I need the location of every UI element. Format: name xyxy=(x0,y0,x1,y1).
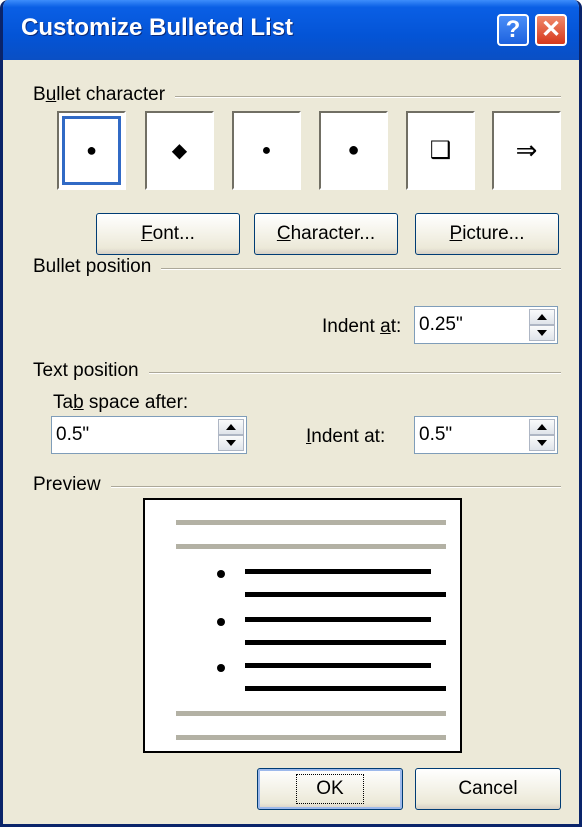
text-indent-value[interactable]: 0.5" xyxy=(419,424,452,446)
preview-bullet-icon xyxy=(217,618,225,626)
window-title: Customize Bulleted List xyxy=(21,14,294,41)
text-indent-label: Indent at: xyxy=(306,426,386,447)
tab-space-down-button[interactable] xyxy=(218,435,244,451)
bullet-option-2[interactable]: ◆ xyxy=(145,111,214,190)
preview-bullet-icon xyxy=(217,664,225,672)
preview-line xyxy=(176,520,446,525)
bullet-indent-spinner[interactable]: 0.25" xyxy=(414,306,558,344)
tab-space-after-value[interactable]: 0.5" xyxy=(56,424,89,446)
arrow-down-icon xyxy=(537,440,547,446)
bullet-arrow-icon: ⇒ xyxy=(515,135,538,165)
arrow-up-icon xyxy=(537,314,547,320)
bullet-character-label: Bullet character xyxy=(33,84,176,106)
bullet-dot-large-icon: ● xyxy=(347,139,360,161)
customize-bulleted-list-dialog: Customize Bulleted List ? ✕ Bullet chara… xyxy=(0,0,582,827)
tab-space-after-label: Tab space after: xyxy=(53,392,189,413)
tab-space-up-button[interactable] xyxy=(218,419,244,435)
preview-line xyxy=(245,686,446,691)
character-button[interactable]: Character... xyxy=(254,213,398,255)
preview-line xyxy=(245,640,446,645)
preview-line xyxy=(245,569,431,574)
picture-button[interactable]: Picture... xyxy=(415,213,559,255)
bullet-dot-icon: ● xyxy=(261,141,272,159)
help-button[interactable]: ? xyxy=(497,14,529,46)
text-position-label: Text position xyxy=(33,360,149,382)
preview-line xyxy=(245,592,446,597)
cancel-button[interactable]: Cancel xyxy=(415,768,561,810)
bullet-option-6[interactable]: ⇒ xyxy=(492,111,561,190)
bullet-indent-up-button[interactable] xyxy=(529,309,555,325)
close-button[interactable]: ✕ xyxy=(535,14,567,46)
help-icon: ? xyxy=(505,16,521,43)
preview-separator xyxy=(33,486,561,488)
close-icon: ✕ xyxy=(540,16,562,43)
preview-line xyxy=(176,544,446,549)
text-indent-spinner[interactable]: 0.5" xyxy=(414,416,558,454)
bullet-indent-value[interactable]: 0.25" xyxy=(419,314,463,336)
tab-space-after-spinner[interactable]: 0.5" xyxy=(51,416,247,454)
bullet-option-4[interactable]: ● xyxy=(319,111,388,190)
bullet-diamond-icon: ◆ xyxy=(171,140,188,162)
font-button[interactable]: Font... xyxy=(96,213,240,255)
preview-line xyxy=(245,617,431,622)
bullet-indent-down-button[interactable] xyxy=(529,325,555,341)
bullet-indent-label: Indent at: xyxy=(322,316,402,337)
bullet-option-5[interactable]: ❑ xyxy=(406,111,475,190)
arrow-down-icon xyxy=(537,330,547,336)
bullet-dot-icon: ● xyxy=(86,140,97,160)
title-bar[interactable]: Customize Bulleted List ? ✕ xyxy=(3,0,579,60)
bullet-square-icon: ❑ xyxy=(429,137,452,164)
bullet-option-3[interactable]: ● xyxy=(232,111,301,190)
bullet-position-label: Bullet position xyxy=(33,256,162,278)
arrow-down-icon xyxy=(226,440,236,446)
preview-line xyxy=(245,663,431,668)
bullet-option-1[interactable]: ● xyxy=(57,111,126,190)
preview-pane xyxy=(143,498,462,753)
ok-button[interactable]: OK xyxy=(257,768,403,810)
arrow-up-icon xyxy=(537,424,547,430)
text-indent-down-button[interactable] xyxy=(529,435,555,451)
arrow-up-icon xyxy=(226,424,236,430)
preview-bullet-icon xyxy=(217,570,225,578)
preview-line xyxy=(176,711,446,716)
preview-line xyxy=(176,735,446,740)
preview-label: Preview xyxy=(33,474,111,496)
text-indent-up-button[interactable] xyxy=(529,419,555,435)
